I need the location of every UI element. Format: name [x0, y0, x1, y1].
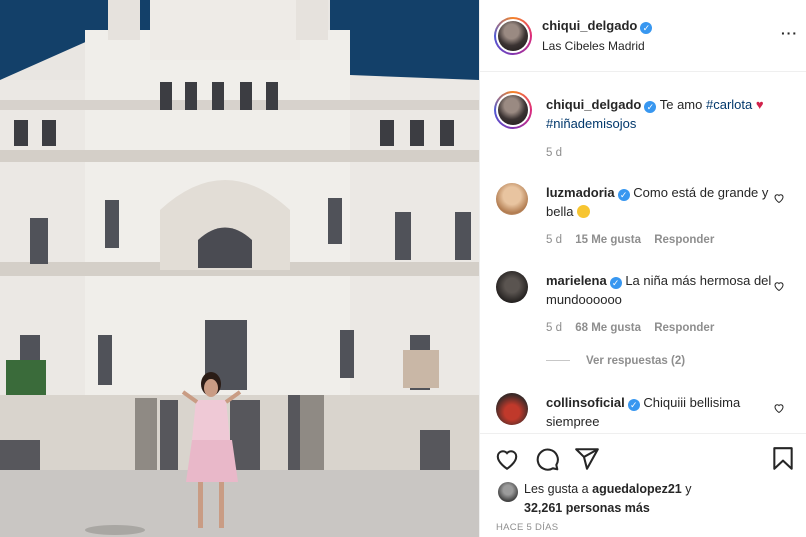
post-actions: Les gusta a aguedalopez21 y 32,261 perso… [480, 433, 806, 537]
post-timestamp[interactable]: HACE 5 DÍAS [496, 522, 558, 533]
verified-badge-icon: ✓ [640, 22, 653, 34]
commenter-avatar[interactable] [496, 183, 528, 215]
author-name-row: chiqui_delgado ✓ [542, 18, 653, 34]
share-icon[interactable] [574, 446, 600, 472]
likes-connector: y [685, 482, 692, 496]
commenter-avatar[interactable] [496, 393, 528, 425]
caption-text: Te amo [659, 97, 703, 112]
comment-username[interactable]: marielena [546, 273, 607, 288]
more-options-icon[interactable]: ··· [781, 26, 797, 42]
hashtag-link[interactable]: #carlota [706, 97, 752, 112]
heart-icon[interactable] [494, 446, 520, 472]
comment: collinsoficial ✓ Chiquiii bellisima siemp… [546, 393, 772, 431]
building-photo-illustration [0, 0, 479, 537]
author-username[interactable]: chiqui_delgado [542, 18, 637, 33]
comments-section: chiqui_delgado ✓ Te amo #carlota ♥ #niñad… [480, 73, 806, 433]
post-header: chiqui_delgado ✓ Las Cibeles Madrid ··· [480, 0, 806, 72]
like-comment-heart-icon[interactable] [773, 280, 785, 292]
comment: luzmadoria ✓ Como está de grande y bella [546, 183, 772, 221]
like-comment-heart-icon[interactable] [773, 192, 785, 204]
comment-likes[interactable]: 15 Me gusta [575, 234, 641, 246]
likes-prefix: Les gusta a [524, 482, 589, 496]
comment-username[interactable]: collinsoficial [546, 395, 625, 410]
liker-username[interactable]: aguedalopez21 [592, 482, 682, 496]
caption-time: 5 d [546, 147, 562, 159]
post-details-panel: chiqui_delgado ✓ Las Cibeles Madrid ··· c… [479, 0, 806, 537]
bookmark-icon[interactable] [770, 446, 796, 472]
like-comment-heart-icon[interactable] [773, 402, 785, 414]
caption-author-avatar[interactable] [494, 91, 532, 129]
caption-username[interactable]: chiqui_delgado [546, 97, 641, 112]
view-replies-button[interactable]: Ver respuestas (2) [546, 355, 685, 367]
likes-summary: Les gusta a aguedalopez21 y 32,261 perso… [524, 480, 794, 518]
replies-divider [546, 360, 570, 362]
liker-avatar[interactable] [498, 482, 518, 502]
comment-icon[interactable] [534, 446, 560, 472]
heart-eyes-emoji-icon [577, 205, 591, 218]
post-location[interactable]: Las Cibeles Madrid [542, 39, 645, 53]
verified-badge-icon: ✓ [644, 101, 657, 113]
comment-likes[interactable]: 68 Me gusta [575, 322, 641, 334]
comment: marielena ✓ La niña más hermosa del mundo… [546, 271, 772, 309]
commenter-avatar[interactable] [496, 271, 528, 303]
comment-time: 5 d [546, 322, 562, 334]
author-avatar[interactable] [494, 17, 532, 55]
heart-emoji-icon: ♥ [755, 97, 764, 112]
comment-time: 5 d [546, 234, 562, 246]
caption: chiqui_delgado ✓ Te amo #carlota ♥ #niñad… [546, 95, 772, 133]
reply-button[interactable]: Responder [654, 322, 714, 334]
comment-meta: 5 d 68 Me gusta Responder [546, 322, 714, 334]
comment-meta: 5 d 15 Me gusta Responder [546, 234, 714, 246]
verified-badge-icon: ✓ [609, 277, 622, 289]
hashtag-link[interactable]: #niñademisojos [546, 116, 636, 131]
verified-badge-icon: ✓ [617, 189, 630, 201]
reply-button[interactable]: Responder [654, 234, 714, 246]
post-photo[interactable] [0, 0, 479, 537]
view-replies-label: Ver respuestas (2) [586, 355, 686, 367]
comment-username[interactable]: luzmadoria [546, 185, 615, 200]
likes-count[interactable]: 32,261 personas más [524, 501, 650, 515]
verified-badge-icon: ✓ [627, 399, 640, 411]
